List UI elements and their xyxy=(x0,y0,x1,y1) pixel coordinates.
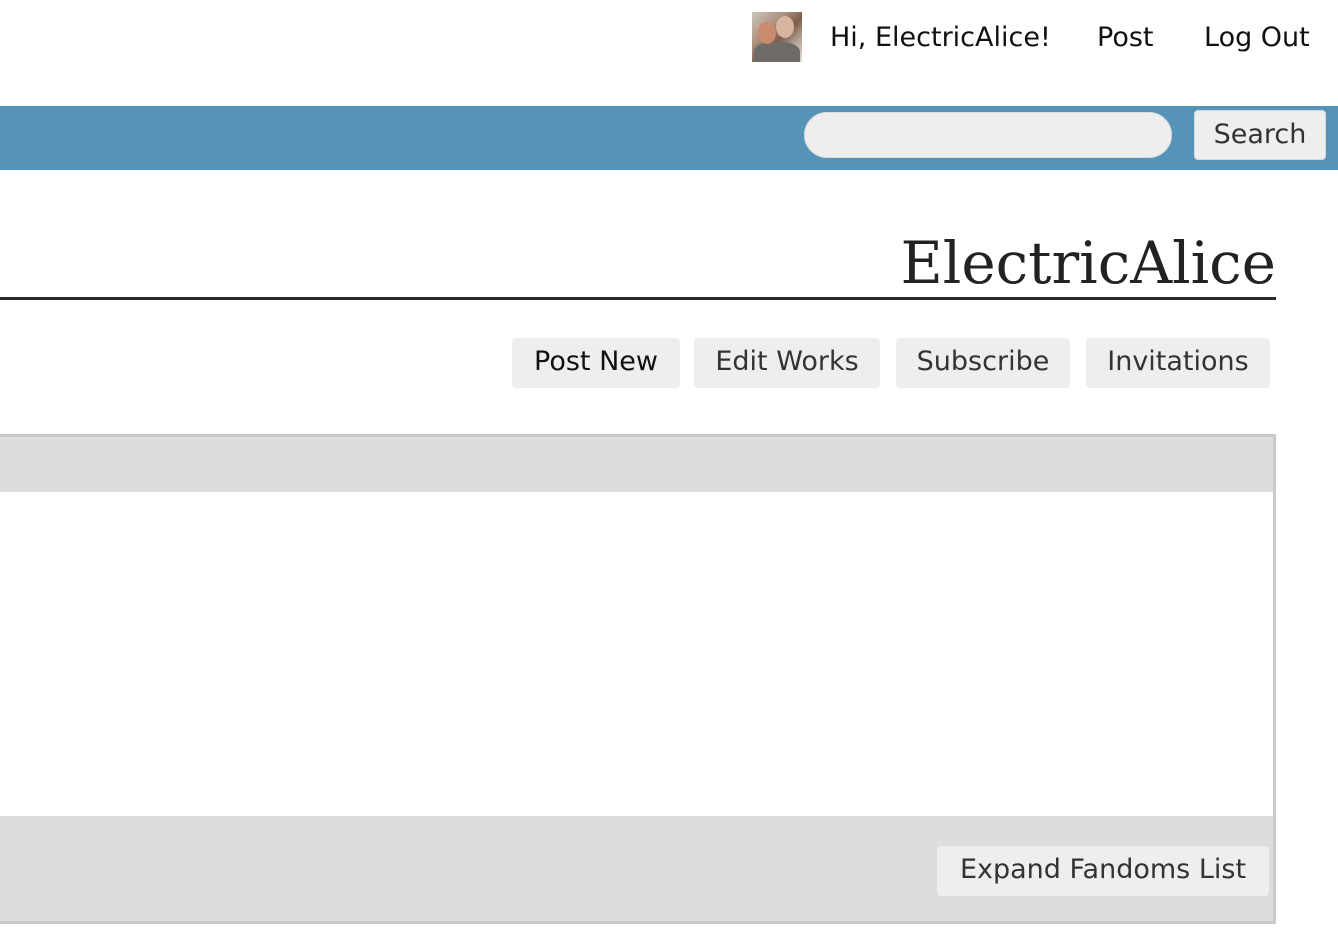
post-new-button[interactable]: Post New xyxy=(512,338,680,388)
fandoms-panel-footer: Expand Fandoms List xyxy=(0,816,1273,921)
subscribe-button[interactable]: Subscribe xyxy=(896,338,1070,388)
fandoms-panel-header xyxy=(0,437,1273,492)
avatar-figure-face xyxy=(776,16,794,38)
search-bar: Search xyxy=(0,106,1338,170)
title-divider xyxy=(0,297,1276,300)
search-button[interactable]: Search xyxy=(1194,110,1326,160)
edit-works-button[interactable]: Edit Works xyxy=(694,338,880,388)
invitations-button[interactable]: Invitations xyxy=(1086,338,1270,388)
search-input[interactable] xyxy=(804,112,1172,158)
avatar-figure-body xyxy=(754,42,800,62)
avatar-figure-face xyxy=(758,22,776,44)
page-title: ElectricAlice xyxy=(900,229,1276,297)
top-header: Hi, ElectricAlice! Post Log Out xyxy=(0,0,1338,106)
user-avatar[interactable] xyxy=(752,12,802,62)
expand-fandoms-button[interactable]: Expand Fandoms List xyxy=(937,846,1269,896)
post-link[interactable]: Post xyxy=(1097,20,1154,56)
greeting-text[interactable]: Hi, ElectricAlice! xyxy=(830,20,1051,56)
logout-link[interactable]: Log Out xyxy=(1204,20,1310,56)
fandoms-panel: Expand Fandoms List xyxy=(0,434,1276,924)
